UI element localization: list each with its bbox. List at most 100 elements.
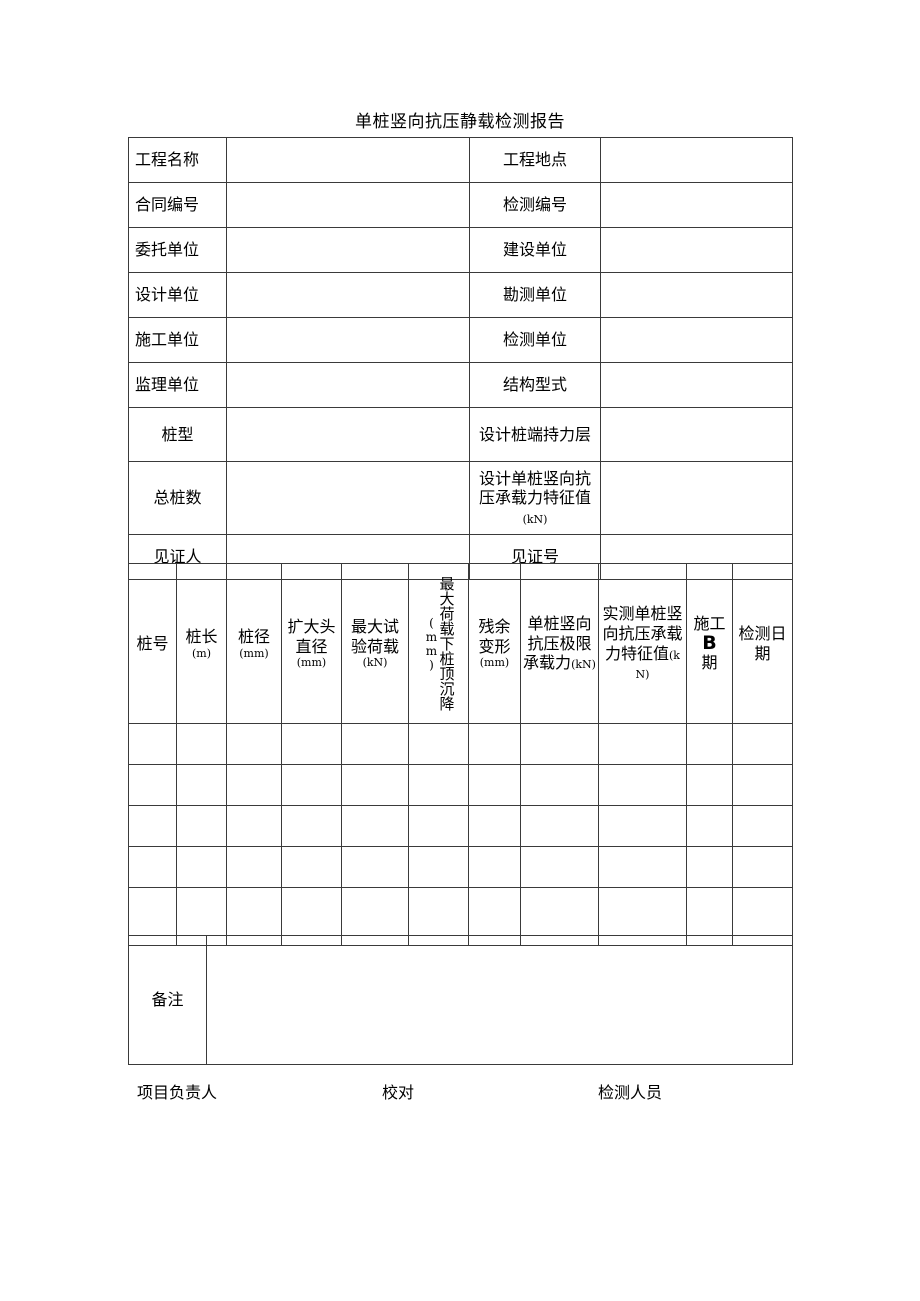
info-value-supervision-unit[interactable] [226, 362, 470, 408]
info-value-client-unit[interactable] [226, 227, 470, 273]
col-header-max-test-load: 最大试验荷载 (kN) [341, 563, 409, 724]
table-row [128, 723, 793, 765]
cell-max-test-load[interactable] [341, 805, 409, 847]
info-value-design-char-capacity[interactable] [600, 461, 793, 535]
cell-max-load-settlement[interactable] [408, 764, 469, 806]
signature-inspector[interactable]: 检测人员 [598, 1079, 662, 1103]
col-header-max-load-settlement: 最大荷载下桩顶沉降(mm) [408, 563, 469, 724]
table-row: 施工单位 检测单位 [128, 317, 793, 363]
col-header-pile-length-unit: (m) [191, 646, 211, 660]
cell-measured-char-capacity[interactable] [598, 764, 687, 806]
info-value-contract-no[interactable] [226, 182, 470, 228]
info-label-contract-no: 合同编号 [128, 182, 227, 228]
table-row: 设计单位 勘测单位 [128, 272, 793, 318]
info-value-survey-unit[interactable] [600, 272, 793, 318]
info-label-pile-type: 桩型 [128, 407, 227, 462]
info-value-total-piles[interactable] [226, 461, 470, 535]
info-value-design-bearing-stratum[interactable] [600, 407, 793, 462]
cell-measured-char-capacity[interactable] [598, 846, 687, 888]
cell-construction-date[interactable] [686, 764, 733, 806]
info-value-project-location[interactable] [600, 137, 793, 183]
cell-construction-date[interactable] [686, 805, 733, 847]
project-info-body: 工程名称 工程地点 合同编号 检测编号 委托单位 建设单位 设计单位 勘测单位 … [128, 137, 793, 580]
col-header-max-load-settlement-text: 最大荷载下桩顶沉降 [437, 576, 456, 711]
col-header-pile-diameter-text: 桩径 [237, 627, 270, 647]
cell-max-load-settlement[interactable] [408, 805, 469, 847]
cell-measured-char-capacity[interactable] [598, 805, 687, 847]
cell-pile-length[interactable] [176, 723, 227, 765]
cell-pile-length[interactable] [176, 846, 227, 888]
cell-enlarged-head-diameter[interactable] [281, 723, 342, 765]
cell-max-test-load[interactable] [341, 723, 409, 765]
cell-construction-date[interactable] [686, 723, 733, 765]
cell-pile-length[interactable] [176, 764, 227, 806]
pile-measurement-table: 桩号 桩长 (m) 桩径 (mm) 扩大头直径 (mm) 最大试验荷载 (kN) [128, 563, 793, 946]
cell-ultimate-capacity[interactable] [520, 723, 599, 765]
cell-enlarged-head-diameter[interactable] [281, 764, 342, 806]
cell-enlarged-head-diameter[interactable] [281, 805, 342, 847]
col-header-construction-date-glyph: B [702, 631, 717, 654]
info-label-project-location: 工程地点 [469, 137, 601, 183]
cell-pile-diameter[interactable] [226, 723, 282, 765]
col-header-construction-date-part2: 期 [701, 653, 718, 673]
col-header-ultimate-capacity: 单桩竖向抗压极限承载力(kN) [520, 563, 599, 724]
col-header-max-load-settlement-unit: (mm) [424, 615, 439, 672]
info-value-project-name[interactable] [226, 137, 470, 183]
cell-enlarged-head-diameter[interactable] [281, 846, 342, 888]
cell-pile-length[interactable] [176, 805, 227, 847]
cell-max-load-settlement[interactable] [408, 846, 469, 888]
signature-project-manager[interactable]: 项目负责人 [137, 1079, 217, 1103]
info-value-structure-type[interactable] [600, 362, 793, 408]
info-value-contractor-unit[interactable] [226, 317, 470, 363]
info-label-project-name: 工程名称 [128, 137, 227, 183]
col-header-residual-deformation: 残余变形 (mm) [468, 563, 521, 724]
col-header-measured-char-capacity: 实测单桩竖向抗压承载力特征值(kN) [598, 563, 687, 724]
cell-residual-deformation[interactable] [468, 805, 521, 847]
info-value-pile-type[interactable] [226, 407, 470, 462]
col-header-pile-no-text: 桩号 [136, 633, 169, 653]
cell-pile-no[interactable] [128, 846, 177, 888]
signature-proofreader[interactable]: 校对 [382, 1079, 414, 1103]
table-row [128, 846, 793, 888]
info-label-test-no: 检测编号 [469, 182, 601, 228]
cell-ultimate-capacity[interactable] [520, 846, 599, 888]
remarks-label: 备注 [128, 935, 207, 1065]
cell-ultimate-capacity[interactable] [520, 764, 599, 806]
cell-pile-no[interactable] [128, 723, 177, 765]
cell-pile-diameter[interactable] [226, 764, 282, 806]
table-row: 备注 [128, 935, 793, 1065]
cell-ultimate-capacity[interactable] [520, 805, 599, 847]
cell-pile-no[interactable] [128, 764, 177, 806]
cell-residual-deformation[interactable] [468, 846, 521, 888]
cell-pile-diameter[interactable] [226, 846, 282, 888]
info-value-testing-unit[interactable] [600, 317, 793, 363]
table-header-row: 桩号 桩长 (m) 桩径 (mm) 扩大头直径 (mm) 最大试验荷载 (kN) [128, 563, 793, 724]
info-value-test-no[interactable] [600, 182, 793, 228]
cell-pile-diameter[interactable] [226, 805, 282, 847]
col-header-enlarged-head-diameter-text: 扩大头直径 [287, 617, 336, 656]
info-label-construction-owner: 建设单位 [469, 227, 601, 273]
cell-test-date[interactable] [732, 805, 793, 847]
info-label-structure-type: 结构型式 [469, 362, 601, 408]
info-value-design-unit[interactable] [226, 272, 470, 318]
cell-residual-deformation[interactable] [468, 764, 521, 806]
cell-test-date[interactable] [732, 723, 793, 765]
col-header-max-load-settlement-rotated: 最大荷载下桩顶沉降(mm) [411, 569, 466, 719]
cell-measured-char-capacity[interactable] [598, 723, 687, 765]
table-row [128, 805, 793, 847]
col-header-construction-date-part1: 施工 [693, 614, 726, 634]
remarks-value[interactable] [206, 935, 793, 1065]
cell-max-load-settlement[interactable] [408, 723, 469, 765]
info-value-construction-owner[interactable] [600, 227, 793, 273]
cell-max-test-load[interactable] [341, 846, 409, 888]
cell-max-test-load[interactable] [341, 764, 409, 806]
col-header-ultimate-capacity-unit: (kN) [571, 658, 596, 672]
cell-test-date[interactable] [732, 846, 793, 888]
cell-pile-no[interactable] [128, 805, 177, 847]
info-label-total-piles: 总桩数 [128, 461, 227, 535]
cell-construction-date[interactable] [686, 846, 733, 888]
table-row: 桩型 设计桩端持力层 [128, 407, 793, 462]
cell-residual-deformation[interactable] [468, 723, 521, 765]
info-label-contractor-unit: 施工单位 [128, 317, 227, 363]
cell-test-date[interactable] [732, 764, 793, 806]
